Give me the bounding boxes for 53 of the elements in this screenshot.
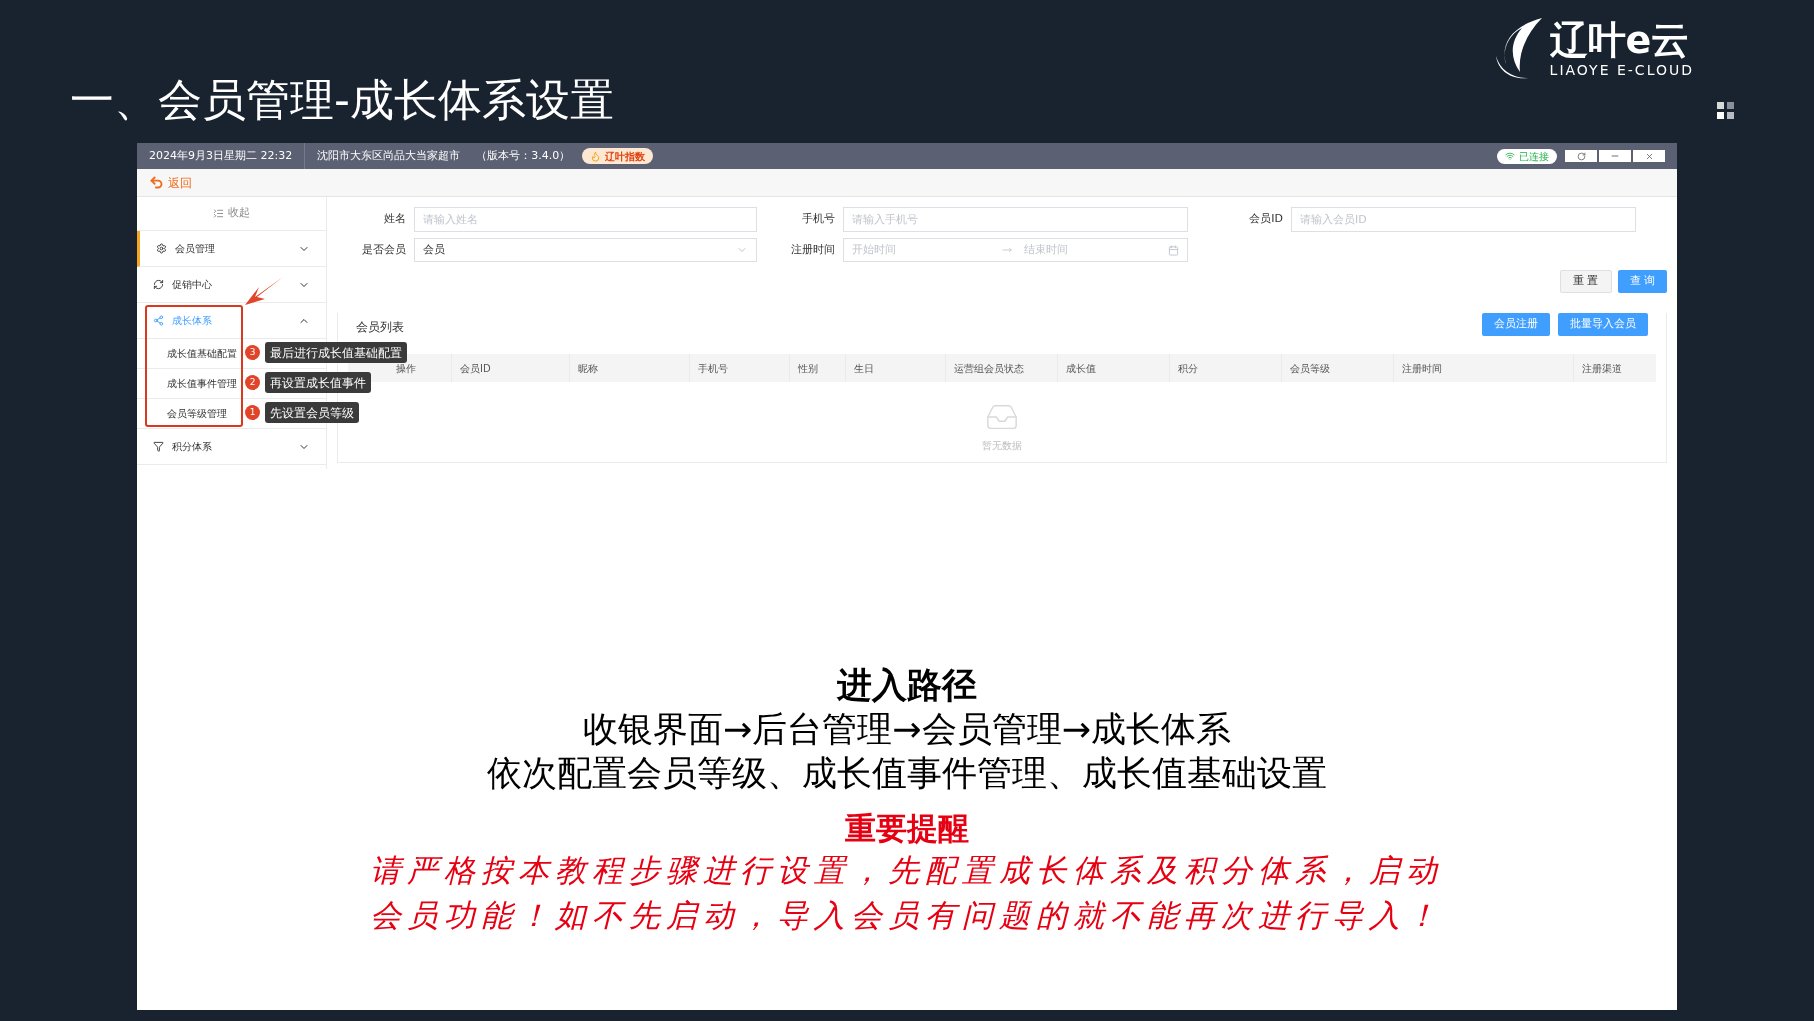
wifi-icon — [1505, 151, 1515, 161]
column-header: 运营组会员状态 — [946, 354, 1058, 382]
warning-text: 会员功能！如不先启动，导入会员有问题的就不能再次进行导入！ — [370, 896, 1443, 936]
select-field[interactable]: 会员 — [414, 238, 757, 262]
back-arrow-icon — [149, 175, 164, 190]
calendar-icon — [1168, 244, 1179, 256]
minimize-button[interactable] — [1599, 150, 1631, 162]
path-text: 收银界面→后台管理→会员管理→成长体系 — [583, 707, 1231, 751]
path-heading: 进入路径 — [837, 664, 977, 708]
column-header: 积分 — [1170, 354, 1282, 382]
warning-text: 请严格按本教程步骤进行设置，先配置成长体系及积分体系，启动 — [370, 851, 1443, 891]
field-label: 是否会员 — [361, 241, 407, 258]
column-header: 会员ID — [452, 354, 570, 382]
step-number: 3 — [245, 345, 260, 360]
column-header: 昵称 — [570, 354, 690, 382]
field-label: 会员ID — [1248, 211, 1283, 228]
column-header: 手机号 — [690, 354, 790, 382]
refresh-button[interactable] — [1565, 150, 1597, 162]
sidebar-item[interactable]: 积分体系 — [137, 429, 326, 465]
filter-button[interactable]: 重 置 — [1560, 270, 1612, 293]
column-header: 会员等级 — [1282, 354, 1394, 382]
column-header: 生日 — [846, 354, 946, 382]
flame-icon — [590, 150, 602, 162]
version-label: （版本号：3.4.0） — [475, 147, 571, 164]
index-badge[interactable]: 辽叶指数 — [582, 148, 654, 164]
step-number: 1 — [245, 405, 260, 420]
field-label: 手机号 — [801, 211, 835, 228]
column-header: 性别 — [790, 354, 846, 382]
close-button[interactable] — [1633, 150, 1665, 162]
list-icon — [213, 208, 224, 219]
arrow-right-icon — [1002, 245, 1012, 255]
column-header: 成长值 — [1058, 354, 1170, 382]
step-tooltip: 再设置成长值事件 — [265, 372, 371, 393]
field-label: 注册时间 — [790, 241, 835, 258]
slide-title: 一、会员管理-成长体系设置 — [70, 78, 614, 122]
collapse-button[interactable]: 收起 — [137, 197, 326, 231]
step-tooltip: 最后进行成长值基础配置 — [265, 342, 407, 363]
connection-status: 已连接 — [1497, 148, 1557, 164]
column-header: 注册渠道 — [1581, 361, 1623, 376]
step-number: 2 — [245, 375, 260, 390]
step-tooltip: 先设置会员等级 — [265, 402, 359, 423]
field-label: 姓名 — [383, 211, 407, 228]
column-header: 注册时间 — [1394, 354, 1574, 382]
grid-icon — [1717, 102, 1734, 119]
logo-name: 辽叶e云 — [1549, 21, 1690, 59]
store-name: 沈阳市大东区尚品大当家超市 — [316, 147, 461, 164]
logo-tagline: LIAOYE E-CLOUD — [1549, 63, 1694, 77]
refresh-icon — [1576, 151, 1586, 161]
list-title: 会员列表 — [356, 319, 404, 336]
warning-heading: 重要提醒 — [845, 809, 969, 849]
close-icon — [1644, 151, 1654, 161]
sidebar-item[interactable]: 会员管理 — [137, 231, 326, 267]
path-text: 依次配置会员等级、成长值事件管理、成长值基础设置 — [487, 751, 1327, 795]
